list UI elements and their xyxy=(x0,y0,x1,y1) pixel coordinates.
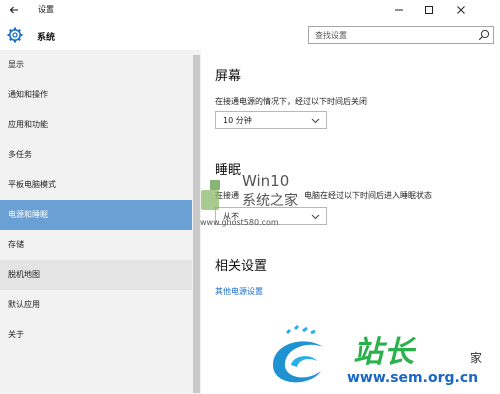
site-logo-icon xyxy=(273,325,323,383)
sidebar-item-storage[interactable]: 存储 xyxy=(0,230,192,260)
minimize-icon xyxy=(395,9,403,11)
screen-timeout-dropdown[interactable]: 10 分钟 xyxy=(215,111,327,129)
screen-heading: 屏幕 xyxy=(215,69,242,84)
watermark-text-win10: Win10 xyxy=(242,172,290,190)
watermark-url: www.ghost580.com xyxy=(200,218,279,227)
sidebar-item-apps-features[interactable]: 应用和功能 xyxy=(0,110,192,140)
sidebar-item-offline-maps[interactable]: 脱机地图 xyxy=(0,260,192,290)
sidebar-item-display[interactable]: 显示 xyxy=(0,50,192,80)
watermark-text-home: 系统之家 xyxy=(242,193,298,209)
search-icon[interactable] xyxy=(478,29,490,41)
sidebar-item-tablet-mode[interactable]: 平板电脑模式 xyxy=(0,170,192,200)
site-url-text: www.sem.org.cn xyxy=(347,370,479,386)
sidebar-item-default-apps[interactable]: 默认应用 xyxy=(0,290,192,320)
search-input[interactable] xyxy=(309,27,475,43)
close-button[interactable] xyxy=(446,0,476,20)
site-watermark: 站长 家 www.sem.org.cn xyxy=(265,325,500,394)
scrollbar-thumb[interactable] xyxy=(193,55,200,393)
page-title: 系统 xyxy=(37,33,56,43)
site-sub-text: 家 xyxy=(470,351,483,365)
gear-icon xyxy=(7,27,23,43)
screen-description: 在接通电源的情况下，经过以下时间后关闭 xyxy=(215,97,367,106)
close-icon xyxy=(457,6,465,14)
watermark-logo xyxy=(201,190,219,210)
back-button[interactable] xyxy=(6,2,22,18)
arrow-left-icon xyxy=(9,6,18,14)
maximize-icon xyxy=(425,6,433,14)
site-name-text: 站长 xyxy=(353,335,415,370)
minimize-button[interactable] xyxy=(384,0,414,20)
sidebar-item-notifications[interactable]: 通知和操作 xyxy=(0,80,192,110)
sidebar-item-multitasking[interactable]: 多任务 xyxy=(0,140,192,170)
win10-watermark: Win10 系统之家 www.ghost580.com xyxy=(200,170,320,232)
related-settings-heading: 相关设置 xyxy=(215,259,268,274)
window-title: 设置 xyxy=(38,5,54,14)
screen-timeout-value: 10 分钟 xyxy=(223,116,252,125)
sleep-description: 电脑在经过以下时间后进入睡眠状态 xyxy=(304,191,432,200)
sidebar: 显示 通知和操作 应用和功能 多任务 平板电脑模式 电源和睡眠 存储 脱机地图 … xyxy=(0,50,201,394)
additional-power-settings-link[interactable]: 其他电源设置 xyxy=(215,286,263,297)
watermark-logo-accent xyxy=(210,180,220,190)
maximize-button[interactable] xyxy=(414,0,444,20)
sidebar-item-power-sleep[interactable]: 电源和睡眠 xyxy=(0,200,192,230)
title-bar: 设置 xyxy=(0,0,500,20)
sidebar-item-about[interactable]: 关于 xyxy=(0,320,192,350)
search-box[interactable] xyxy=(308,26,494,44)
chevron-down-icon xyxy=(311,118,320,124)
